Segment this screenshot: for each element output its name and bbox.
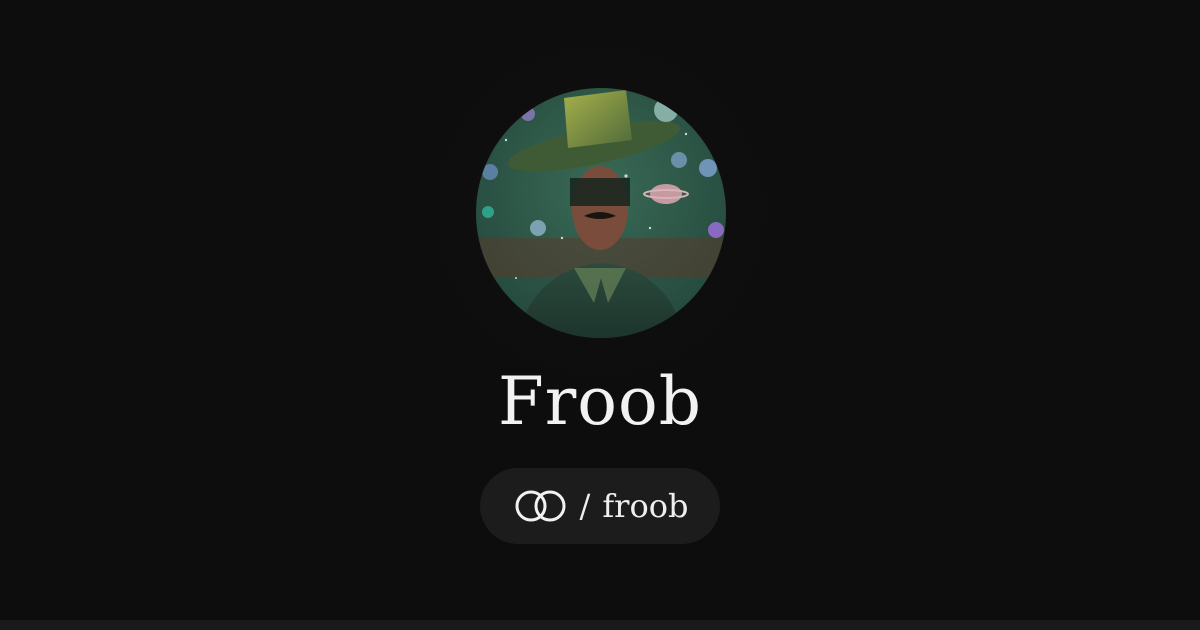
profile-name: Froob xyxy=(497,363,703,440)
linked-rings-icon xyxy=(515,490,566,522)
avatar xyxy=(476,88,726,338)
handle-separator: / xyxy=(579,487,591,525)
profile-share-card: Froob / froob xyxy=(0,0,1200,630)
profile-handle: froob xyxy=(602,487,689,525)
bottom-bar xyxy=(0,620,1200,630)
profile-handle-link[interactable]: / froob xyxy=(480,468,720,544)
avatar-image xyxy=(476,88,726,338)
